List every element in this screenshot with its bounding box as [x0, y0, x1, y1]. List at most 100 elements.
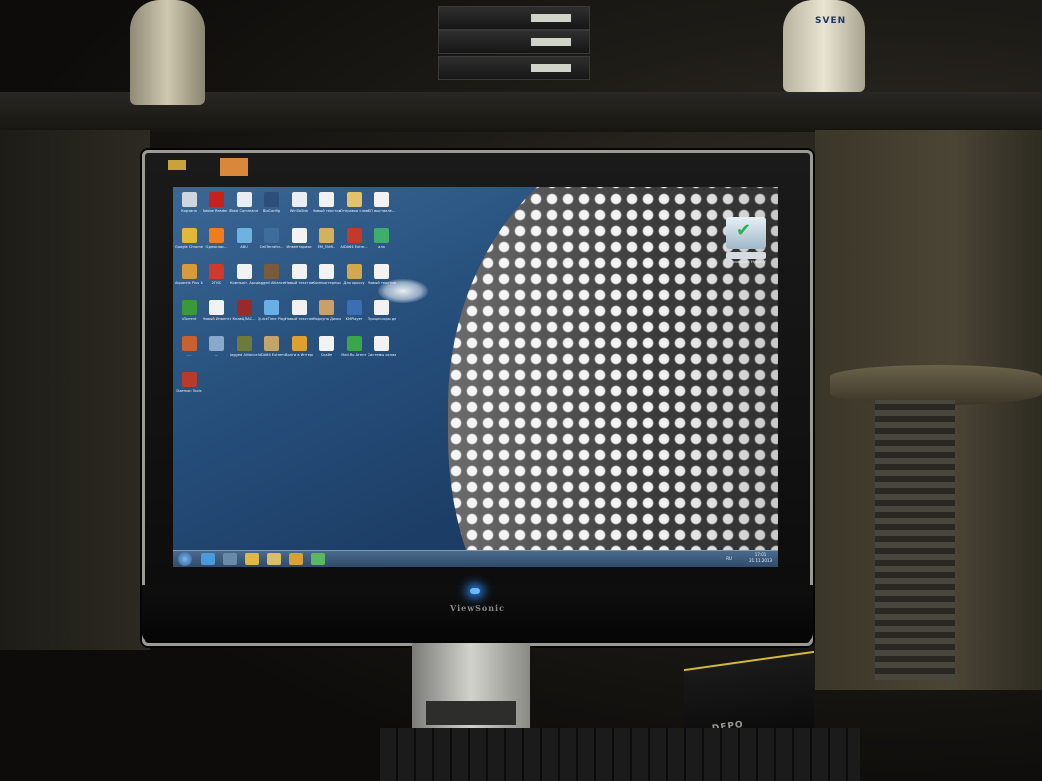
desktop-icon[interactable]: Total Commander — [230, 192, 258, 213]
gadget-toolbar — [726, 252, 766, 259]
desktop-icon-label: Новый Инвентарь — [202, 317, 231, 321]
taskbar-app-ie[interactable] — [201, 553, 215, 565]
desktop-icon[interactable]: Новый Инвентарь — [203, 300, 231, 321]
app-icon — [319, 336, 334, 351]
clock[interactable]: 17:01 21.11.2013 — [749, 552, 772, 564]
desktop-icon[interactable]: QuickTime Player — [258, 300, 286, 321]
desktop-gadget[interactable]: ✔ Проверен Hyper-V — [726, 217, 770, 273]
app-icon — [181, 300, 197, 315]
speaker-right — [783, 0, 865, 92]
taskbar-app-folder[interactable] — [267, 553, 281, 565]
desktop-icon-label: Системы охлаждени... — [367, 353, 396, 357]
desktop-icon[interactable]: Новый текстов... — [285, 300, 313, 321]
desktop-icon[interactable]: WinToDisk — [285, 192, 313, 213]
desktop-icon[interactable]: Daemon Tools — [175, 372, 203, 393]
taskbar-app-explorer[interactable] — [245, 553, 259, 565]
app-icon — [236, 300, 252, 315]
monitor-brand: ViewSonic — [450, 603, 505, 613]
desktop-icon[interactable]: uTorrent — [175, 300, 203, 321]
desktop-icon-label: ABU — [240, 245, 248, 249]
start-button[interactable] — [178, 552, 192, 566]
app-icon — [291, 228, 307, 243]
desktop-icon-label: WinToDisk — [289, 209, 309, 213]
app-icon — [236, 228, 252, 243]
taskbar-app-skype[interactable] — [311, 553, 325, 565]
desktop-icon[interactable]: Новый текстовый... — [285, 264, 313, 285]
desktop-icon-label: 2ГИС — [211, 281, 222, 285]
desktop-icon[interactable]: KMPlayer — [340, 300, 368, 321]
desktop-icon[interactable]: ало — [368, 228, 396, 249]
desktop-icon[interactable]: CellTerrafor... — [258, 228, 286, 249]
desktop-icon[interactable]: AIDA64 Extrem... — [258, 336, 286, 357]
desktop-icon[interactable]: ABU — [230, 228, 258, 249]
desktop-icon[interactable]: Инвентаризи — [285, 228, 313, 249]
desktop-icon[interactable]: КлавЦЛАС... — [230, 300, 258, 321]
desktop-icon-label: AIDA64 Extrem... — [257, 353, 286, 357]
app-icon — [181, 192, 197, 207]
desktop-icon[interactable]: Скайп — [313, 336, 341, 357]
desktop-icon[interactable]: Adobe Reader X — [203, 192, 231, 213]
speaker-left — [130, 0, 205, 105]
taskbar-app-media[interactable] — [223, 553, 237, 565]
desktop-icon-label: Google Chrome — [175, 245, 203, 249]
app-icon — [181, 336, 197, 351]
app-icon — [346, 228, 362, 243]
app-icon — [209, 336, 224, 351]
app-icon — [236, 264, 252, 279]
desktop-icon[interactable]: Волги в Интернет — [285, 336, 313, 357]
hard-drive — [438, 56, 590, 80]
desktop-icon[interactable]: 2ГИС — [203, 264, 231, 285]
desktop-icon-label: Total Commander — [230, 209, 258, 213]
desktop-icon[interactable]: Одноклас... — [203, 228, 231, 249]
desktop-icon[interactable]: Компьютерныс — [313, 264, 341, 285]
language-indicator[interactable]: RU — [726, 556, 732, 561]
desktop-icon[interactable]: Aquarels Plus 10 — [175, 264, 203, 285]
desktop-icon[interactable]: Моркуна Диоис... — [313, 300, 341, 321]
desktop-icon-label: ... — [214, 353, 219, 357]
desktop-icon[interactable]: Google Chrome — [175, 228, 203, 249]
desktop-icon[interactable]: Новый текстовый... — [368, 264, 396, 285]
desktop-icon[interactable]: BioConfig — [258, 192, 286, 213]
desktop-icon-label: Компьют. Арсде... — [230, 281, 258, 285]
app-icon — [264, 300, 279, 315]
desktop-icon-label: ало — [378, 245, 385, 249]
desktop-icon[interactable]: ... — [203, 336, 231, 357]
power-led — [470, 588, 480, 594]
app-icon — [319, 300, 334, 315]
desktop-icon[interactable]: Новый текстовый... — [313, 192, 341, 213]
desktop-icon[interactable]: БП выставле... — [368, 192, 396, 213]
desktop-icon-label: Инвентаризи — [286, 245, 312, 249]
desktop-icon[interactable]: Отправка слова — [340, 192, 368, 213]
desktop-icon-label: Aquarels Plus 10 — [175, 281, 203, 285]
taskbar: RU 17:01 21.11.2013 — [173, 550, 778, 567]
app-icon — [264, 192, 279, 207]
desktop-icon-label: AIDA64 Extre... — [340, 245, 368, 249]
desktop-icon-label: Новый текстов... — [285, 317, 313, 321]
desktop-icon[interactable]: Для кроссу — [340, 264, 368, 285]
desktop-icon[interactable]: EM_FAMI.. — [313, 228, 341, 249]
clock-date: 21.11.2013 — [749, 558, 772, 563]
app-icon — [291, 300, 307, 315]
hard-drive — [438, 30, 590, 54]
taskbar-app-chrome[interactable] — [289, 553, 303, 565]
desktop-icon[interactable]: Корзина — [175, 192, 203, 213]
desktop-icon[interactable]: ... — [175, 336, 203, 357]
desktop-icon-label: KMPlayer — [345, 317, 363, 321]
desktop-icon[interactable]: AIDA64 Extre... — [340, 228, 368, 249]
left-wall — [0, 130, 150, 650]
desktop-icon[interactable]: Компьют. Арсде... — [230, 264, 258, 285]
app-icon — [374, 264, 389, 279]
sticker — [220, 158, 248, 176]
app-icon — [374, 336, 389, 351]
desktop-icon[interactable]: Mail.Ru Агент — [340, 336, 368, 357]
desktop-icon-label: Adobe Reader X — [202, 209, 231, 213]
desktop-icon[interactable]: Процессоры десктоп Ии... — [368, 300, 396, 321]
desktop-icon-label: Mail.Ru Агент — [341, 353, 367, 357]
desktop-icon-label: КлавЦЛАС... — [232, 317, 256, 321]
desktop-icon[interactable]: Jagged Alliance Ba... — [258, 264, 286, 285]
desktop-icon-label: Моркуна Диоис... — [312, 317, 341, 321]
app-icon — [374, 192, 389, 207]
desktop-icon[interactable]: Системы охлаждени... — [368, 336, 396, 357]
desktop-screen: Корзина Adobe Reader XTotal Commander BioC… — [173, 187, 778, 567]
desktop-icon[interactable]: Jagged Alliance Ba... — [230, 336, 258, 357]
